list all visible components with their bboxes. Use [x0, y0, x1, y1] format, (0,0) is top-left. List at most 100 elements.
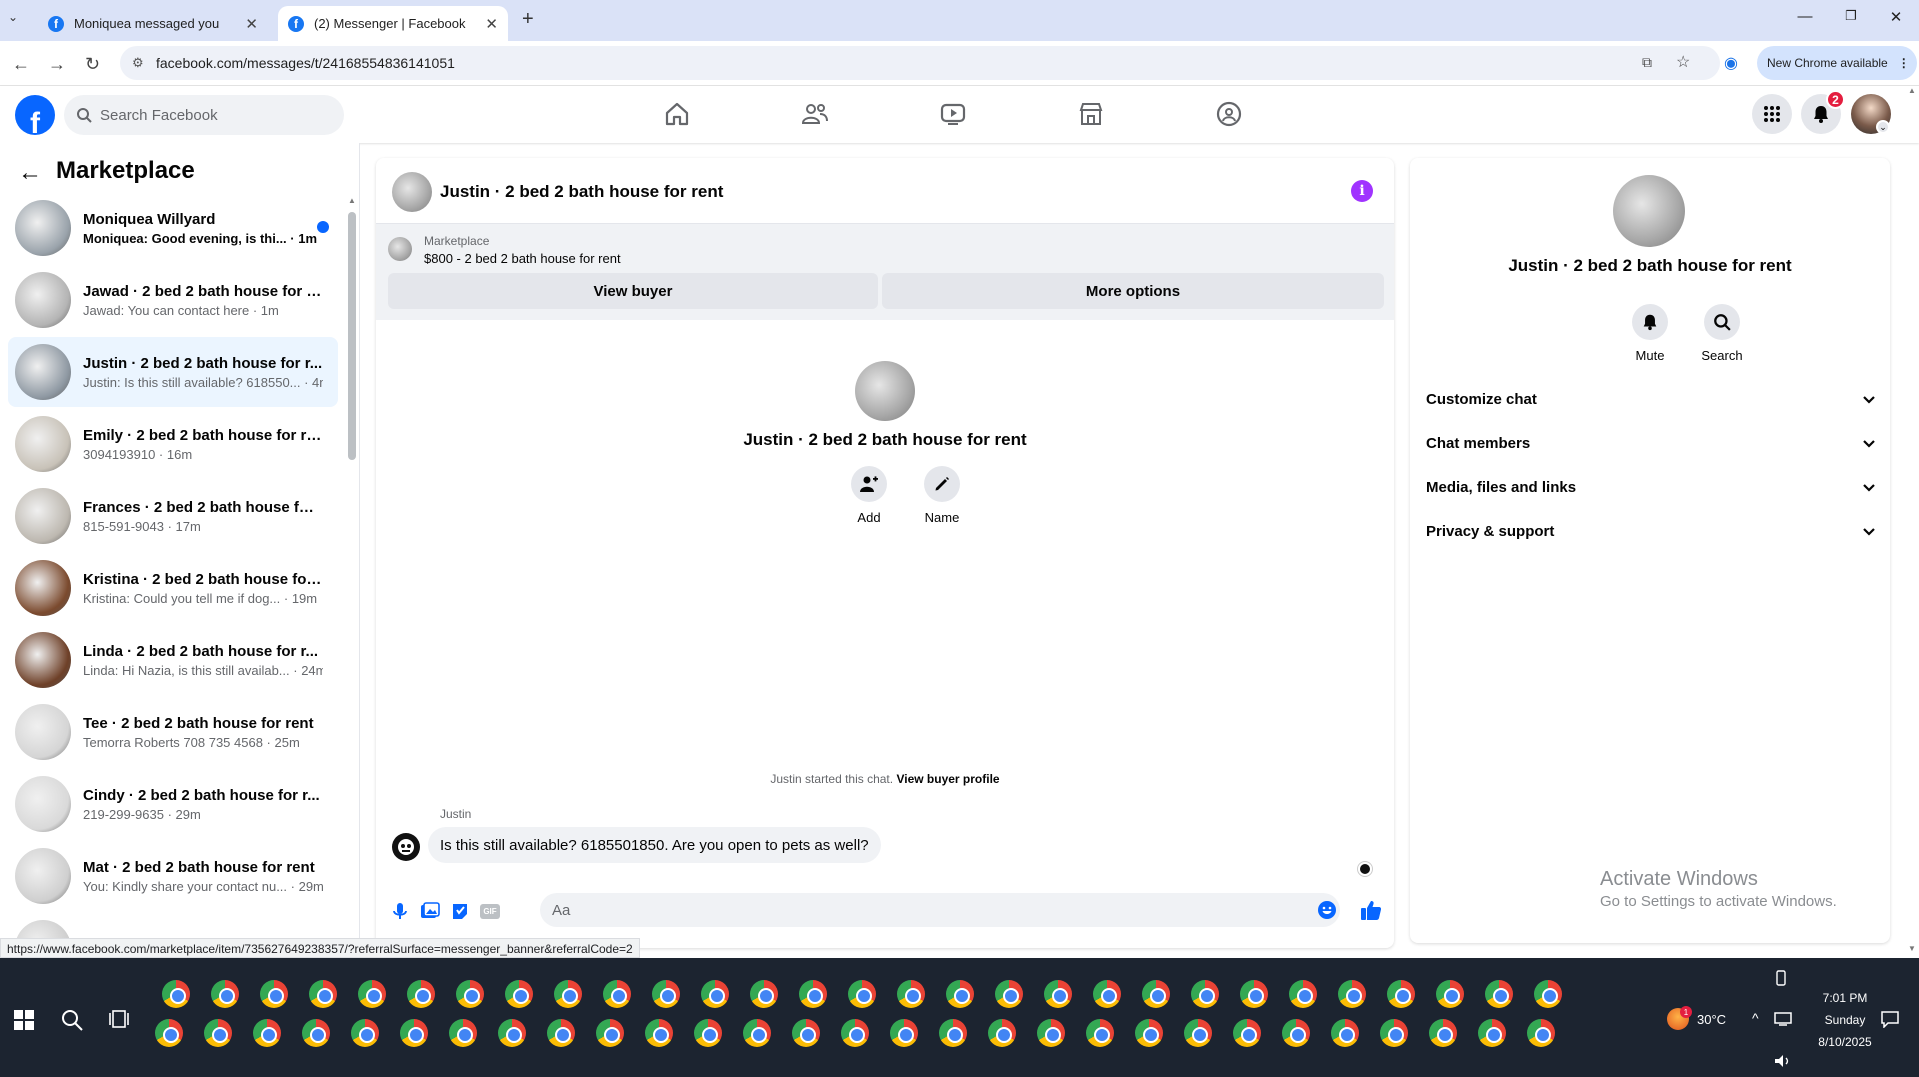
- chrome-taskbar-icon[interactable]: [1527, 1019, 1555, 1047]
- install-app-icon[interactable]: ⧉: [1642, 54, 1652, 71]
- volume-icon[interactable]: [1774, 1054, 1792, 1068]
- chrome-taskbar-icon[interactable]: [750, 980, 778, 1008]
- conversation-item[interactable]: Cindy · 2 bed 2 bath house for r... 219-2…: [8, 769, 338, 839]
- home-icon[interactable]: [663, 100, 691, 128]
- close-tab-icon[interactable]: ✕: [485, 15, 498, 33]
- microphone-icon[interactable]: [392, 902, 408, 920]
- chrome-taskbar-icon[interactable]: [1289, 980, 1317, 1008]
- chrome-taskbar-icon[interactable]: [1135, 1019, 1163, 1047]
- profile-avatar[interactable]: [855, 361, 915, 421]
- network-icon[interactable]: [1774, 1011, 1792, 1027]
- chrome-taskbar-icon[interactable]: [211, 980, 239, 1008]
- conversation-item[interactable]: Jawad · 2 bed 2 bath house for r... Jawad…: [8, 265, 338, 335]
- conversation-item[interactable]: Moniquea Willyard Moniquea: Good evening,…: [8, 193, 338, 263]
- taskbar-search-icon[interactable]: [60, 1008, 84, 1032]
- chrome-taskbar-icon[interactable]: [841, 1019, 869, 1047]
- chrome-taskbar-icon[interactable]: [407, 980, 435, 1008]
- conversation-info-icon[interactable]: i: [1351, 180, 1373, 202]
- window-close-icon[interactable]: ✕: [1873, 8, 1919, 26]
- chrome-taskbar-icon[interactable]: [939, 1019, 967, 1047]
- message-input[interactable]: Aa: [540, 893, 1340, 927]
- notification-center-icon[interactable]: [1880, 1010, 1900, 1028]
- chrome-taskbar-icon[interactable]: [1282, 1019, 1310, 1047]
- back-icon[interactable]: ←: [12, 54, 30, 75]
- chrome-taskbar-icon[interactable]: [1534, 980, 1562, 1008]
- chrome-taskbar-icon[interactable]: [1191, 980, 1219, 1008]
- chrome-menu-icon[interactable]: ⋮: [1898, 56, 1910, 70]
- video-icon[interactable]: [939, 100, 967, 128]
- more-options-button[interactable]: More options: [882, 273, 1384, 309]
- chrome-taskbar-icon[interactable]: [596, 1019, 624, 1047]
- chrome-taskbar-icon[interactable]: [204, 1019, 232, 1047]
- chrome-taskbar-icon[interactable]: [988, 1019, 1016, 1047]
- chat-members-section[interactable]: Chat members: [1426, 435, 1876, 452]
- facebook-logo[interactable]: f: [15, 95, 55, 135]
- conversation-item[interactable]: Frances · 2 bed 2 bath house for... 815-5…: [8, 481, 338, 551]
- sticker-icon[interactable]: [450, 902, 470, 920]
- chrome-taskbar-icon[interactable]: [253, 1019, 281, 1047]
- conversation-item[interactable]: Linda · 2 bed 2 bath house for r... Linda…: [8, 625, 338, 695]
- address-bar[interactable]: ⚙ facebook.com/messages/t/24168554836141…: [120, 46, 1720, 80]
- new-tab-icon[interactable]: +: [522, 8, 534, 31]
- chat-title[interactable]: Justin · 2 bed 2 bath house for rent: [440, 182, 723, 202]
- sidebar-scrollbar[interactable]: [348, 212, 356, 460]
- chrome-taskbar-icon[interactable]: [547, 1019, 575, 1047]
- chrome-taskbar-icon[interactable]: [1429, 1019, 1457, 1047]
- chrome-taskbar-icon[interactable]: [400, 1019, 428, 1047]
- account-chevron-icon[interactable]: ⌄: [1876, 120, 1890, 134]
- chrome-taskbar-icon[interactable]: [701, 980, 729, 1008]
- close-tab-icon[interactable]: ✕: [245, 15, 258, 33]
- conversation-item[interactable]: Mat · 2 bed 2 bath house for rent You: Ki…: [8, 841, 338, 911]
- back-arrow-icon[interactable]: ←: [18, 159, 42, 187]
- chrome-taskbar-icon[interactable]: [1387, 980, 1415, 1008]
- chrome-taskbar-icon[interactable]: [1338, 980, 1366, 1008]
- chrome-taskbar-icon[interactable]: [1233, 1019, 1261, 1047]
- customize-chat-section[interactable]: Customize chat: [1426, 391, 1876, 408]
- chrome-taskbar-icon[interactable]: [946, 980, 974, 1008]
- view-buyer-profile-link[interactable]: View buyer profile: [896, 772, 999, 786]
- chrome-taskbar-icon[interactable]: [498, 1019, 526, 1047]
- friends-icon[interactable]: [801, 100, 829, 128]
- media-files-links-section[interactable]: Media, files and links: [1426, 479, 1876, 496]
- chrome-taskbar-icon[interactable]: [1436, 980, 1464, 1008]
- chrome-taskbar-icon[interactable]: [897, 980, 925, 1008]
- temperature[interactable]: 30°C: [1697, 1012, 1726, 1027]
- chrome-taskbar-icon[interactable]: [162, 980, 190, 1008]
- marketplace-icon[interactable]: [1077, 100, 1105, 128]
- groups-icon[interactable]: [1215, 100, 1243, 128]
- conversation-item[interactable]: Tee · 2 bed 2 bath house for rent Temorra…: [8, 697, 338, 767]
- minimize-icon[interactable]: —: [1782, 8, 1828, 25]
- chrome-taskbar-icon[interactable]: [792, 1019, 820, 1047]
- mute-button[interactable]: Mute: [1620, 304, 1680, 363]
- chrome-taskbar-icon[interactable]: [1240, 980, 1268, 1008]
- restore-icon[interactable]: ❐: [1828, 8, 1874, 24]
- conversation-item[interactable]: Emily · 2 bed 2 bath house for re... 3094…: [8, 409, 338, 479]
- conversation-item[interactable]: Justin · 2 bed 2 bath house for r... Just…: [8, 337, 338, 407]
- show-hidden-icons-chevron-icon[interactable]: ^: [1752, 1010, 1759, 1026]
- chat-avatar[interactable]: [392, 172, 432, 212]
- clock-time[interactable]: 7:01 PM: [1812, 991, 1878, 1005]
- clock-date[interactable]: 8/10/2025: [1812, 1035, 1878, 1049]
- listing-title[interactable]: $800 - 2 bed 2 bath house for rent: [424, 251, 621, 266]
- page-scroll-up-icon[interactable]: ▲: [1908, 86, 1916, 95]
- conversation-item[interactable]: Kristina · 2 bed 2 bath house for... Kris…: [8, 553, 338, 623]
- forward-icon[interactable]: →: [48, 54, 66, 75]
- listing-thumbnail[interactable]: [388, 237, 412, 261]
- chrome-taskbar-icon[interactable]: [309, 980, 337, 1008]
- chrome-taskbar-icon[interactable]: [1037, 1019, 1065, 1047]
- site-info-icon[interactable]: ⚙: [132, 55, 144, 71]
- tab-moniquea[interactable]: f Moniquea messaged you ✕: [38, 6, 268, 41]
- search-facebook-input[interactable]: Search Facebook: [64, 95, 344, 135]
- new-chrome-available-button[interactable]: New Chrome available ⋮: [1757, 46, 1917, 80]
- chrome-taskbar-icon[interactable]: [1142, 980, 1170, 1008]
- thumbs-up-icon[interactable]: [1360, 899, 1382, 921]
- menu-button[interactable]: [1752, 94, 1792, 134]
- chrome-taskbar-icon[interactable]: [449, 1019, 477, 1047]
- edit-name-button[interactable]: Name: [922, 466, 962, 525]
- chrome-taskbar-icon[interactable]: [1044, 980, 1072, 1008]
- search-in-conversation-button[interactable]: Search: [1692, 304, 1752, 363]
- chrome-taskbar-icon[interactable]: [645, 1019, 673, 1047]
- emoji-icon[interactable]: [1317, 900, 1337, 920]
- task-view-icon[interactable]: [108, 1008, 130, 1030]
- chrome-taskbar-icon[interactable]: [743, 1019, 771, 1047]
